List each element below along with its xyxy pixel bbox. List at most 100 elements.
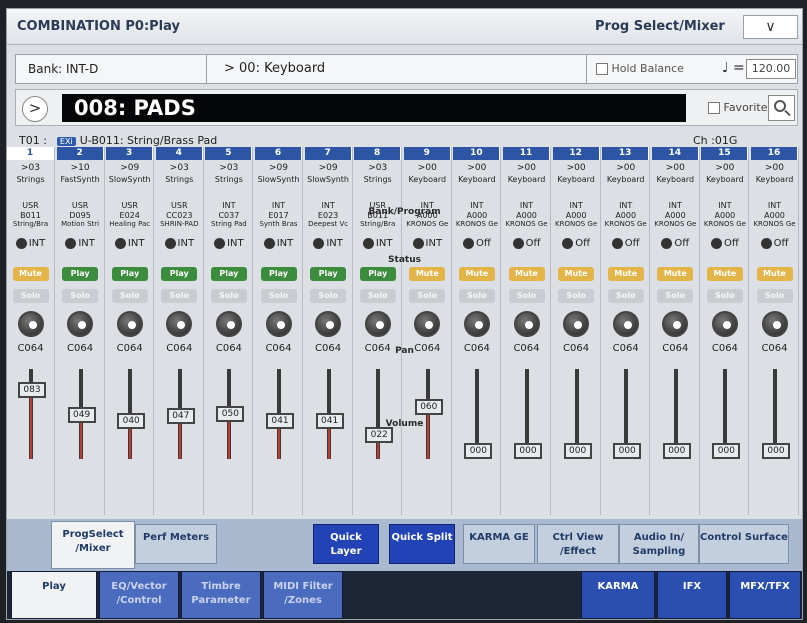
status-select[interactable]: Off xyxy=(553,233,600,257)
volume-fader-cap[interactable]: 049 xyxy=(67,407,96,423)
program-category-button[interactable]: >03 Strings xyxy=(7,160,54,194)
solo-button[interactable]: Solo xyxy=(706,289,743,303)
solo-button[interactable]: Solo xyxy=(310,289,347,303)
mode-tab[interactable]: KARMA xyxy=(581,571,655,619)
timbre-number-tab[interactable]: 11 xyxy=(503,147,550,160)
volume-fader-cap[interactable]: 040 xyxy=(117,413,146,429)
bank-program-button[interactable]: USR B011 xyxy=(354,194,401,220)
page-tab[interactable]: Audio In/ Sampling xyxy=(619,524,699,564)
program-category-button[interactable]: >03 Strings xyxy=(205,160,252,194)
pan-knob[interactable] xyxy=(612,311,639,337)
solo-button[interactable]: Solo xyxy=(161,289,198,303)
program-category-button[interactable]: >00 Keyboard xyxy=(503,160,550,194)
program-category-button[interactable]: >00 Keyboard xyxy=(652,160,699,194)
play-mute-button[interactable]: Mute xyxy=(756,267,793,281)
timbre-number-tab[interactable]: 13 xyxy=(602,147,650,160)
volume-fader-cap[interactable]: 041 xyxy=(266,413,294,429)
program-category-button[interactable]: >00 Keyboard xyxy=(453,160,500,194)
bank-program-button[interactable]: INT A000 xyxy=(652,194,699,220)
volume-fader[interactable]: 000 xyxy=(652,369,699,459)
play-mute-button[interactable]: Play xyxy=(210,267,247,281)
pan-knob[interactable] xyxy=(265,311,292,337)
program-category-button[interactable]: >03 Strings xyxy=(354,160,401,194)
page-tab[interactable]: Ctrl View /Effect xyxy=(537,524,619,564)
program-category-button[interactable]: >09 SlowSynth xyxy=(255,160,302,194)
volume-fader-cap[interactable]: 000 xyxy=(662,443,691,459)
pan-knob[interactable] xyxy=(17,311,44,337)
program-category-button[interactable]: >00 Keyboard xyxy=(602,160,649,194)
program-category-button[interactable]: >09 SlowSynth xyxy=(106,160,153,194)
play-mute-button[interactable]: Mute xyxy=(458,267,495,281)
play-mute-button[interactable]: Play xyxy=(161,267,198,281)
combination-name[interactable]: 008: PADS xyxy=(62,94,686,122)
favorite-checkbox[interactable]: Favorite xyxy=(708,101,767,114)
timbre-number-tab[interactable]: 5 xyxy=(205,147,253,160)
timbre-number-tab[interactable]: 10 xyxy=(453,147,501,160)
bank-program-button[interactable]: INT A000 xyxy=(404,194,451,220)
volume-fader-cap[interactable]: 000 xyxy=(762,443,790,459)
pan-knob[interactable] xyxy=(463,311,490,337)
play-mute-button[interactable]: Mute xyxy=(607,267,644,281)
status-select[interactable]: INT xyxy=(106,233,153,257)
volume-fader[interactable]: 022 xyxy=(354,369,401,459)
volume-fader-cap[interactable]: 047 xyxy=(166,408,195,424)
timbre-number-tab[interactable]: 1 xyxy=(7,147,54,160)
timbre-number-tab[interactable]: 7 xyxy=(304,147,352,160)
pan-knob[interactable] xyxy=(215,311,242,337)
bank-program-button[interactable]: INT E017 xyxy=(255,194,302,220)
bank-program-button[interactable]: USR B011 xyxy=(7,194,54,220)
volume-fader-cap[interactable]: 000 xyxy=(712,443,741,459)
play-mute-button[interactable]: Mute xyxy=(657,267,694,281)
status-select[interactable]: INT xyxy=(255,233,302,257)
volume-fader[interactable]: 000 xyxy=(751,369,798,459)
status-select[interactable]: INT xyxy=(7,233,54,257)
play-mute-button[interactable]: Mute xyxy=(558,267,595,281)
volume-fader[interactable]: 047 xyxy=(156,369,203,459)
volume-fader[interactable]: 050 xyxy=(205,369,252,459)
page-menu-label[interactable]: Prog Select/Mixer xyxy=(595,19,725,34)
pan-knob[interactable] xyxy=(166,311,193,337)
bank-program-button[interactable]: USR CC023 xyxy=(156,194,203,220)
status-select[interactable]: INT xyxy=(354,233,401,257)
bank-program-button[interactable]: INT A000 xyxy=(553,194,600,220)
status-select[interactable]: Off xyxy=(751,233,798,257)
solo-button[interactable]: Solo xyxy=(359,289,396,303)
program-category-button[interactable]: >00 Keyboard xyxy=(701,160,748,194)
timbre-number-tab[interactable]: 6 xyxy=(255,147,302,160)
play-mute-button[interactable]: Mute xyxy=(12,267,49,281)
mode-tab[interactable]: Play xyxy=(11,571,97,619)
timbre-number-tab[interactable]: 9 xyxy=(403,147,451,160)
timbre-number-tab[interactable]: 12 xyxy=(552,147,600,160)
timbre-number-tab[interactable]: 2 xyxy=(56,147,104,160)
bank-program-button[interactable]: INT A000 xyxy=(453,194,500,220)
volume-fader[interactable]: 083 xyxy=(7,369,54,459)
solo-button[interactable]: Solo xyxy=(409,289,446,303)
volume-fader-cap[interactable]: 083 xyxy=(18,382,46,398)
pan-knob[interactable] xyxy=(315,311,342,337)
status-select[interactable]: Off xyxy=(503,233,550,257)
bank-program-button[interactable]: USR E024 xyxy=(106,194,153,220)
play-mute-button[interactable]: Mute xyxy=(409,267,446,281)
program-category-button[interactable]: >00 Keyboard xyxy=(553,160,600,194)
timbre-number-tab[interactable]: 15 xyxy=(701,147,749,160)
volume-fader[interactable]: 060 xyxy=(404,369,451,459)
solo-button[interactable]: Solo xyxy=(657,289,694,303)
pan-knob[interactable] xyxy=(414,311,441,337)
solo-button[interactable]: Solo xyxy=(458,289,495,303)
mode-tab[interactable]: IFX xyxy=(657,571,727,619)
search-button[interactable] xyxy=(768,95,795,121)
volume-fader-cap[interactable]: 060 xyxy=(414,399,443,415)
volume-fader-cap[interactable]: 022 xyxy=(365,427,394,443)
page-tab[interactable]: Perf Meters xyxy=(135,524,217,564)
bank-program-button[interactable]: INT A000 xyxy=(602,194,649,220)
page-tab[interactable]: Quick Layer xyxy=(313,524,379,564)
volume-fader-cap[interactable]: 000 xyxy=(563,443,592,459)
status-select[interactable]: Off xyxy=(602,233,649,257)
status-select[interactable]: Off xyxy=(701,233,748,257)
play-mute-button[interactable]: Mute xyxy=(706,267,743,281)
play-mute-button[interactable]: Mute xyxy=(508,267,545,281)
page-menu-dropdown-button[interactable]: ∨ xyxy=(743,15,798,39)
pan-knob[interactable] xyxy=(761,311,788,337)
play-mute-button[interactable]: Play xyxy=(62,267,99,281)
solo-button[interactable]: Solo xyxy=(62,289,99,303)
